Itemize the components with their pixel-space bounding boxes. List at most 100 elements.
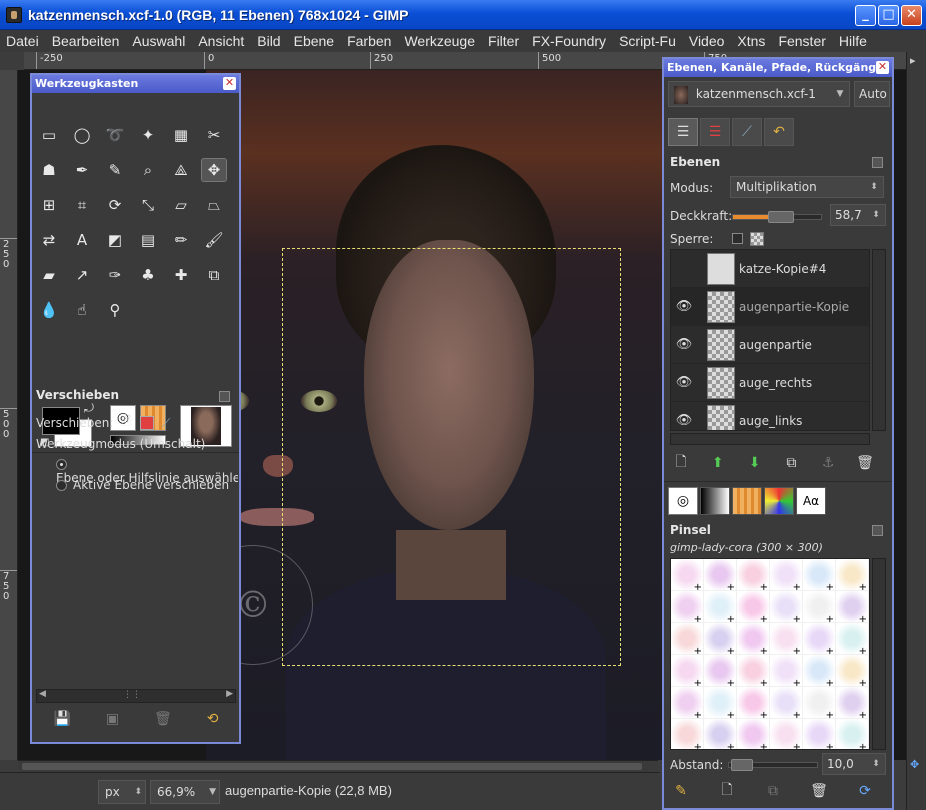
text-icon[interactable]: A <box>69 228 95 252</box>
tool-options-scrollbar[interactable]: ◀ ⋮⋮ ▶ <box>36 689 236 703</box>
menu-farben[interactable]: Farben <box>347 33 391 49</box>
anchor-layer-icon[interactable]: ⚓ <box>817 453 839 473</box>
brush-cell[interactable] <box>737 687 770 721</box>
brush-cell[interactable] <box>737 719 770 749</box>
menu-fenster[interactable]: Fenster <box>778 33 825 49</box>
menu-werkzeuge[interactable]: Werkzeuge <box>404 33 475 49</box>
measure-icon[interactable]: ⟁ <box>168 158 194 182</box>
image-select[interactable]: katzenmensch.xcf-1 ▼ <box>668 81 850 107</box>
spacing-field[interactable]: 10,0 ⬍ <box>822 753 886 775</box>
brush-cell[interactable] <box>803 687 836 721</box>
perspective-icon[interactable]: ⏢ <box>201 193 227 217</box>
opacity-slider[interactable] <box>732 211 822 223</box>
heal-icon[interactable]: ✚ <box>168 263 194 287</box>
opacity-field[interactable]: 58,7 ⬍ <box>830 204 886 226</box>
move-icon[interactable]: ✥ <box>201 158 227 182</box>
arrow-right-icon[interactable]: ▶ <box>226 689 233 699</box>
brush-cell[interactable] <box>671 559 704 593</box>
menu-hilfe[interactable]: Hilfe <box>839 33 867 49</box>
crop-icon[interactable]: ⌗ <box>69 193 95 217</box>
lock-pixels-checkbox[interactable] <box>732 233 743 244</box>
menu-bearbeiten[interactable]: Bearbeiten <box>52 33 120 49</box>
brush-cell[interactable] <box>671 719 704 749</box>
airbrush-icon[interactable]: ↗ <box>69 263 95 287</box>
layer-row[interactable]: 👁 auge_rechts <box>671 364 869 402</box>
layer-row[interactable]: 👁 augenpartie <box>671 326 869 364</box>
radio-active-layer[interactable]: Aktive Ebene verschieben <box>56 478 238 492</box>
tab-layers[interactable]: ☰ <box>668 118 698 146</box>
brush-cell[interactable] <box>737 655 770 689</box>
brush-cell[interactable] <box>704 655 737 689</box>
brush-cell[interactable] <box>836 623 869 657</box>
new-brush-icon[interactable]: 🗋 <box>716 781 738 801</box>
menu-filter[interactable]: Filter <box>488 33 519 49</box>
align-icon[interactable]: ⊞ <box>36 193 62 217</box>
toolbox-title-bar[interactable]: Werkzeugkasten ✕ <box>32 75 239 93</box>
brush-cell[interactable] <box>671 591 704 625</box>
brush-cell[interactable] <box>737 591 770 625</box>
eye-icon[interactable]: 👁 <box>671 337 697 352</box>
move-path-icon[interactable]: ⟋ <box>162 416 170 431</box>
selection-marquee[interactable] <box>282 248 621 666</box>
new-layer-icon[interactable]: 🗋 <box>670 453 692 473</box>
brush-cell[interactable] <box>770 623 803 657</box>
rotate-icon[interactable]: ⟳ <box>102 193 128 217</box>
spacing-slider-handle[interactable] <box>731 759 753 771</box>
dodge-burn-icon[interactable]: ⚲ <box>102 298 128 322</box>
pencil-icon[interactable]: ✏ <box>168 228 194 252</box>
menu-ansicht[interactable]: Ansicht <box>198 33 244 49</box>
eraser-icon[interactable]: ▰ <box>36 263 62 287</box>
zoom-icon[interactable]: ⌕ <box>135 158 161 182</box>
vertical-ruler[interactable]: 250 500 750 <box>0 70 18 760</box>
layer-row[interactable]: 👁 augenpartie-Kopie <box>671 288 869 326</box>
menu-video[interactable]: Video <box>689 33 725 49</box>
auto-button[interactable]: Auto <box>854 81 890 107</box>
lasso-icon[interactable]: ➰ <box>102 123 128 147</box>
brush-grid-scrollbar[interactable] <box>872 558 886 750</box>
ink-icon[interactable]: ✑ <box>102 263 128 287</box>
menu-script-fu[interactable]: Script-Fu <box>619 33 676 49</box>
brush-cell[interactable] <box>671 623 704 657</box>
tab-paths[interactable]: ⟋ <box>732 118 762 146</box>
tab-brushes[interactable]: ◎ <box>668 487 698 515</box>
tab-fonts[interactable]: Aα <box>796 487 826 515</box>
delete-layer-icon[interactable]: 🗑 <box>854 453 876 473</box>
brush-cell[interactable] <box>704 623 737 657</box>
duplicate-layer-icon[interactable]: ⧉ <box>780 453 802 473</box>
perspective-clone-icon[interactable]: ⧉ <box>201 263 227 287</box>
eye-icon[interactable]: 👁 <box>671 375 697 390</box>
brush-cell[interactable] <box>704 719 737 749</box>
flip-icon[interactable]: ⇄ <box>36 228 62 252</box>
brush-cell[interactable] <box>737 559 770 593</box>
tab-palettes[interactable] <box>764 487 794 515</box>
lower-layer-icon[interactable]: ⬇ <box>744 453 766 473</box>
duplicate-brush-icon[interactable]: ⧉ <box>762 781 784 801</box>
foreground-select-icon[interactable]: ☗ <box>36 158 62 182</box>
layer-list-scrollbar[interactable] <box>872 249 886 431</box>
arrow-left-icon[interactable]: ◀ <box>39 689 46 699</box>
reset-options-icon[interactable]: ⟲ <box>207 711 219 727</box>
opacity-slider-handle[interactable] <box>768 211 794 223</box>
brush-cell[interactable] <box>770 559 803 593</box>
menu-fx-foundry[interactable]: FX-Foundry <box>532 33 606 49</box>
fuzzy-select-icon[interactable]: ✦ <box>135 123 161 147</box>
brush-cell[interactable] <box>770 591 803 625</box>
dock-menu-button[interactable] <box>219 391 230 402</box>
brush-cell[interactable] <box>770 687 803 721</box>
tab-channels[interactable]: ☰ <box>700 118 730 146</box>
brush-cell[interactable] <box>803 559 836 593</box>
dock-menu-button[interactable] <box>872 157 883 168</box>
eye-icon[interactable]: 👁 <box>671 413 697 428</box>
lock-alpha-icon[interactable] <box>750 232 764 246</box>
close-icon[interactable]: ✕ <box>876 61 889 74</box>
chevron-icon[interactable]: ▸ <box>910 54 916 67</box>
clone-icon[interactable]: ♣ <box>135 263 161 287</box>
zoom-select[interactable]: 66,9% ▼ <box>150 780 220 804</box>
brush-cell[interactable] <box>671 655 704 689</box>
brush-cell[interactable] <box>803 591 836 625</box>
brush-cell[interactable] <box>704 559 737 593</box>
color-picker-icon[interactable]: ✎ <box>102 158 128 182</box>
menu-datei[interactable]: Datei <box>6 33 39 49</box>
menu-bild[interactable]: Bild <box>257 33 280 49</box>
close-icon[interactable]: ✕ <box>223 77 236 90</box>
